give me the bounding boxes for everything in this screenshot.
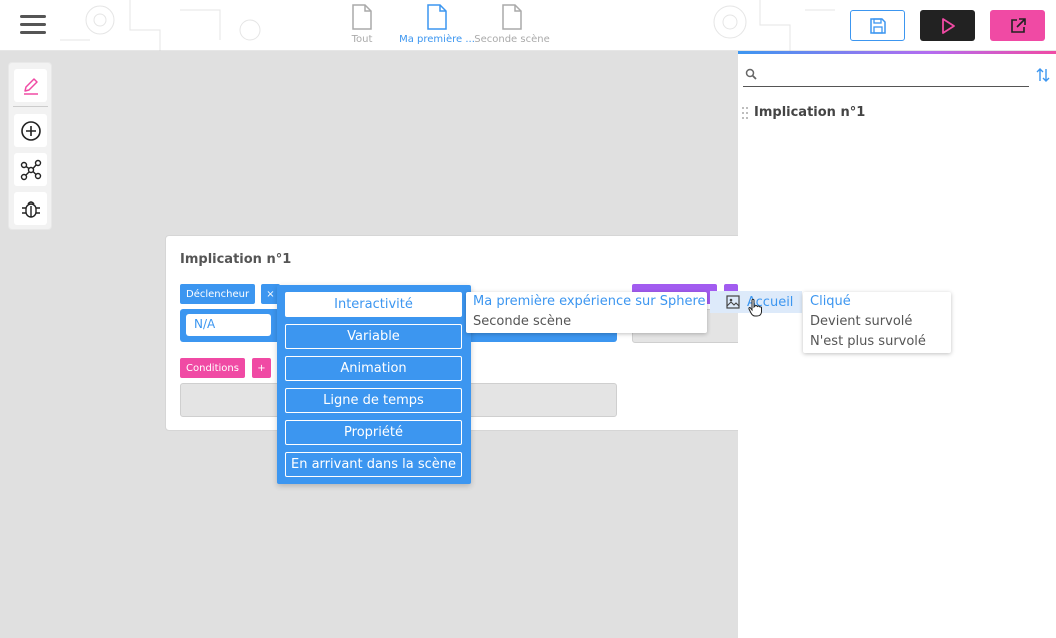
add-condition-button[interactable]: +: [252, 358, 271, 378]
decorative-pattern: [60, 0, 261, 51]
trigger-chip: Déclencheur: [180, 284, 256, 304]
hand-cursor-icon: [748, 298, 762, 317]
menu-item-interactivity[interactable]: Interactivité: [285, 292, 462, 317]
search-input[interactable]: [763, 65, 1023, 83]
menu-item-timeline[interactable]: Ligne de temps: [285, 388, 462, 413]
bug-icon: [21, 200, 40, 218]
menu-hamburger-icon[interactable]: [20, 15, 46, 35]
debug-tool-button[interactable]: [14, 192, 47, 225]
trigger-type-menu: Interactivité Variable Animation Ligne d…: [277, 285, 471, 484]
file-icon: [427, 4, 447, 30]
gradient-bar: [738, 51, 1056, 54]
save-icon: [869, 17, 886, 34]
top-bar: Tout Ma première ... Seconde scène: [0, 0, 1056, 51]
panel-implication-item[interactable]: Implication n°1: [741, 105, 865, 120]
search-field[interactable]: [743, 63, 1029, 87]
tab-label: Seconde scène: [474, 34, 550, 45]
file-icon: [502, 4, 522, 30]
export-button[interactable]: [990, 10, 1045, 41]
tab-second-scene[interactable]: Seconde scène: [472, 4, 552, 45]
drag-handle-icon[interactable]: [741, 106, 749, 120]
tab-label: Tout: [351, 34, 373, 45]
panel-item-label: Implication n°1: [754, 105, 866, 120]
tab-first-scene[interactable]: Ma première ...: [397, 4, 477, 45]
toolbar-divider: [13, 106, 48, 107]
graph-tool-button[interactable]: [14, 153, 47, 186]
menu-item-property[interactable]: Propriété: [285, 420, 462, 445]
menu-item-scene-enter[interactable]: En arrivant dans la scène: [285, 452, 462, 477]
submenu-item-first-experience[interactable]: Ma première expérience sur Sphere: [466, 292, 707, 312]
edit-tool-button[interactable]: [14, 69, 47, 102]
play-button[interactable]: [920, 10, 975, 41]
card-title: Implication n°1: [180, 252, 292, 267]
menu-item-animation[interactable]: Animation: [285, 356, 462, 381]
conditions-chip: Conditions: [180, 358, 245, 378]
pencil-icon: [23, 77, 38, 95]
save-button[interactable]: [850, 10, 905, 41]
image-icon: [726, 295, 740, 309]
graph-nodes-icon: [20, 159, 41, 180]
search-icon: [745, 68, 757, 80]
tab-label: Ma première ...: [399, 34, 475, 45]
event-item-hover-start[interactable]: Devient survolé: [803, 312, 951, 332]
experience-submenu: Ma première expérience sur Sphere Second…: [466, 292, 707, 333]
tab-all[interactable]: Tout: [322, 4, 402, 45]
event-item-hover-end[interactable]: N'est plus survolé: [803, 332, 951, 352]
left-toolbar: [8, 62, 52, 230]
event-item-clicked[interactable]: Cliqué: [803, 292, 951, 312]
sort-icon[interactable]: [1036, 67, 1050, 83]
plus-circle-icon: [20, 120, 41, 141]
event-submenu: Cliqué Devient survolé N'est plus survol…: [803, 292, 951, 353]
submenu-item-second-scene[interactable]: Seconde scène: [466, 312, 707, 332]
file-icon: [352, 4, 372, 30]
external-link-icon: [1010, 17, 1026, 33]
add-tool-button[interactable]: [14, 114, 47, 147]
play-icon: [941, 17, 955, 34]
menu-item-variable[interactable]: Variable: [285, 324, 462, 349]
trigger-select-value: N/A: [186, 314, 271, 336]
decorative-pattern-right: [713, 0, 835, 51]
